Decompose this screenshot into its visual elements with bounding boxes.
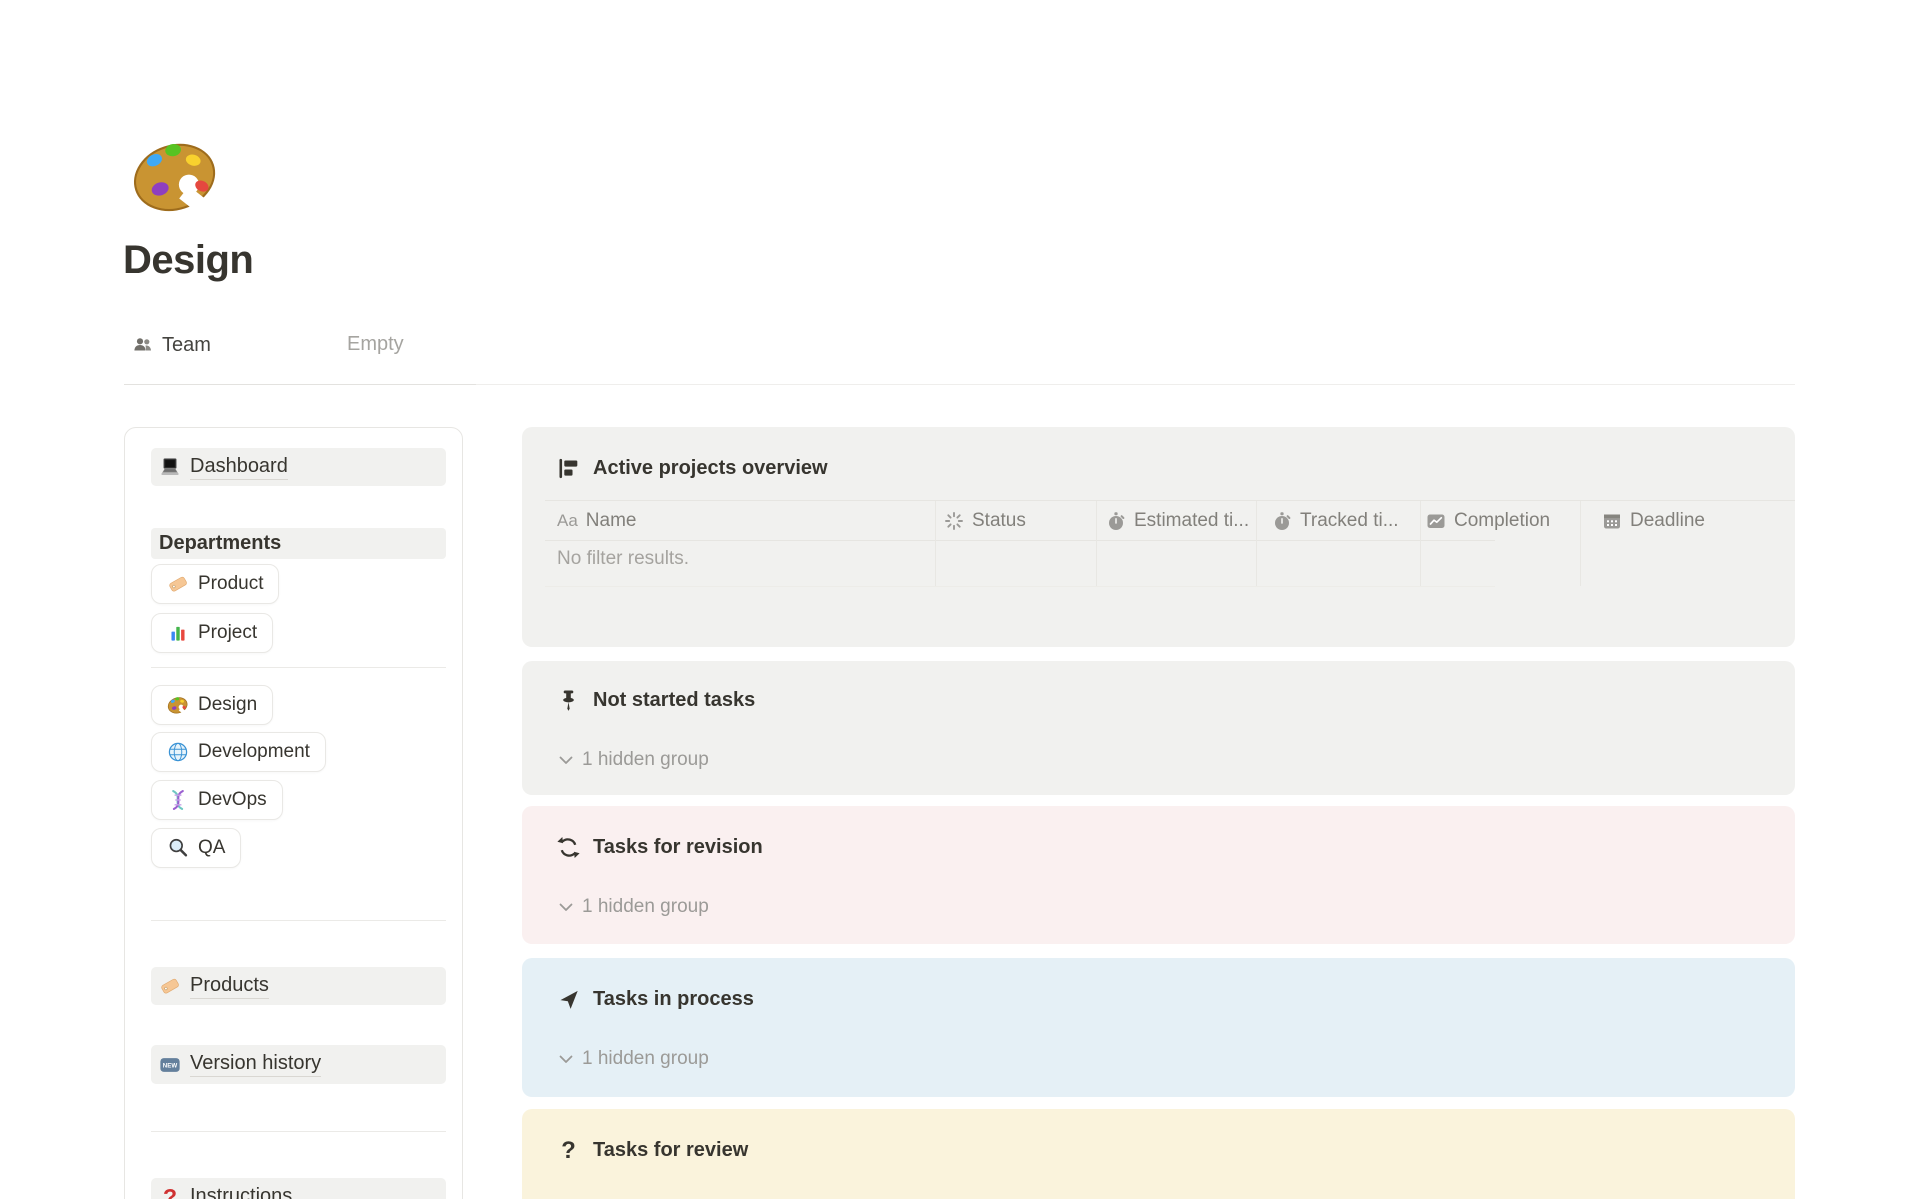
- tag-emoji: [169, 576, 187, 592]
- svg-text:NEW: NEW: [163, 1062, 178, 1069]
- stopwatch-icon: [1275, 511, 1291, 530]
- column-header-estimated-time[interactable]: Estimated ti...: [1106, 501, 1249, 540]
- sidebar-button-development[interactable]: Development: [151, 732, 326, 772]
- hidden-group-toggle[interactable]: 1 hidden group: [557, 896, 709, 918]
- sidebar-button-design[interactable]: Design: [151, 685, 274, 725]
- chevron-down-icon: [559, 756, 573, 764]
- sidebar-item-instructions[interactable]: ? Instructions: [151, 1178, 446, 1199]
- sidebar-item-label: Instructions: [190, 1185, 292, 1199]
- column-separator[interactable]: [1256, 501, 1257, 586]
- team-property-label: Team: [162, 333, 211, 356]
- palette-emoji: [167, 697, 188, 715]
- hidden-group-label: 1 hidden group: [582, 749, 709, 770]
- sidebar-button-label: Development: [198, 741, 310, 762]
- sidebar-card: Dashboard Departments Product Project De…: [124, 427, 463, 1199]
- section-tasks-for-revision: Tasks for revision 1 hidden group: [522, 806, 1795, 944]
- stopwatch-icon: [1109, 511, 1125, 530]
- column-separator[interactable]: [935, 501, 936, 586]
- table-border: [545, 586, 1495, 587]
- column-label: Tracked ti...: [1300, 509, 1399, 531]
- section-tasks-for-review: ? Tasks for review: [522, 1109, 1795, 1199]
- people-icon: [134, 338, 151, 351]
- sidebar-divider: [151, 920, 446, 921]
- column-header-status[interactable]: Status: [944, 501, 1026, 540]
- sidebar-item-label: Products: [190, 974, 269, 999]
- section-tasks-in-process: Tasks in process 1 hidden group: [522, 958, 1795, 1097]
- sidebar-divider: [151, 1131, 446, 1132]
- linked-db-title[interactable]: Not started tasks: [593, 689, 755, 712]
- hidden-group-label: 1 hidden group: [582, 896, 709, 917]
- column-label: Estimated ti...: [1134, 509, 1250, 531]
- column-separator[interactable]: [1420, 501, 1421, 586]
- line-chart-icon: [1427, 514, 1445, 528]
- column-header-name[interactable]: Aa Name: [557, 501, 636, 540]
- magnifier-emoji: [169, 838, 188, 857]
- gantt-chart-icon: [559, 458, 578, 479]
- column-separator[interactable]: [1096, 501, 1097, 586]
- chevron-down-icon: [559, 903, 573, 911]
- column-header-deadline[interactable]: Deadline: [1602, 501, 1705, 540]
- column-label: Deadline: [1630, 509, 1705, 531]
- text-icon: Aa: [557, 510, 578, 530]
- dna-emoji: [172, 790, 184, 810]
- linked-db-title[interactable]: Tasks for revision: [593, 836, 763, 859]
- notion-page: Design Team Empty Dashboard Departments: [0, 0, 1920, 1199]
- question-icon: ?: [561, 1137, 576, 1164]
- column-header-tracked-time[interactable]: Tracked ti...: [1272, 501, 1399, 540]
- calendar-icon: [1604, 514, 1620, 528]
- team-property-value[interactable]: Empty: [347, 333, 404, 356]
- tag-emoji: [161, 978, 179, 994]
- new-emoji: NEW: [160, 1057, 180, 1072]
- bar-chart-emoji: [171, 626, 185, 641]
- sidebar-item-version-history[interactable]: NEW Version history: [151, 1045, 446, 1084]
- page-title: Design: [123, 238, 254, 282]
- question-emoji: ?: [162, 1184, 178, 1199]
- sidebar-item-products[interactable]: Products: [151, 967, 446, 1005]
- globe-emoji: [168, 742, 188, 762]
- team-property-row[interactable]: Team: [133, 330, 211, 360]
- sidebar-button-devops[interactable]: DevOps: [151, 780, 283, 820]
- column-label: Completion: [1454, 509, 1551, 531]
- sidebar-button-project[interactable]: Project: [151, 613, 274, 653]
- hidden-group-toggle[interactable]: 1 hidden group: [557, 749, 709, 771]
- departments-header-label: Departments: [159, 532, 282, 554]
- section-active-projects: Active projects overview Aa Name Status: [522, 427, 1795, 647]
- sidebar-item-label: Version history: [190, 1052, 322, 1077]
- sidebar-item-label: Dashboard: [190, 455, 288, 480]
- palette-page-icon[interactable]: [126, 130, 226, 222]
- sidebar-button-label: DevOps: [198, 789, 267, 810]
- linked-db-title[interactable]: Tasks in process: [593, 988, 754, 1011]
- linked-db-title[interactable]: Tasks for review: [593, 1139, 748, 1162]
- laptop-emoji: [161, 458, 179, 476]
- sidebar-button-label: Product: [198, 573, 264, 594]
- chevron-down-icon: [559, 1055, 573, 1063]
- sidebar-item-dashboard[interactable]: Dashboard: [151, 448, 446, 486]
- linked-db-title[interactable]: Active projects overview: [593, 457, 828, 480]
- property-table-divider: [124, 384, 476, 385]
- navigation-icon: [560, 990, 578, 1009]
- refresh-icon: [557, 836, 580, 859]
- spinner-icon: [945, 511, 963, 530]
- sidebar-divider: [151, 667, 446, 668]
- table-border: [545, 540, 1495, 541]
- hidden-group-toggle[interactable]: 1 hidden group: [557, 1048, 709, 1070]
- pin-icon: [563, 690, 574, 711]
- column-separator[interactable]: [1580, 501, 1581, 586]
- section-not-started-tasks: Not started tasks 1 hidden group: [522, 661, 1795, 795]
- column-header-completion[interactable]: Completion: [1426, 501, 1550, 540]
- no-filter-results-message: No filter results.: [557, 548, 689, 569]
- sidebar-button-label: QA: [198, 837, 226, 858]
- sidebar-button-label: Project: [198, 622, 258, 643]
- sidebar-departments-header[interactable]: Departments: [151, 528, 446, 559]
- sidebar-button-label: Design: [198, 694, 258, 715]
- hidden-group-label: 1 hidden group: [582, 1048, 709, 1069]
- sidebar-button-qa[interactable]: QA: [151, 828, 242, 868]
- column-label: Name: [585, 509, 637, 531]
- sidebar-button-product[interactable]: Product: [151, 564, 280, 604]
- column-label: Status: [972, 509, 1026, 531]
